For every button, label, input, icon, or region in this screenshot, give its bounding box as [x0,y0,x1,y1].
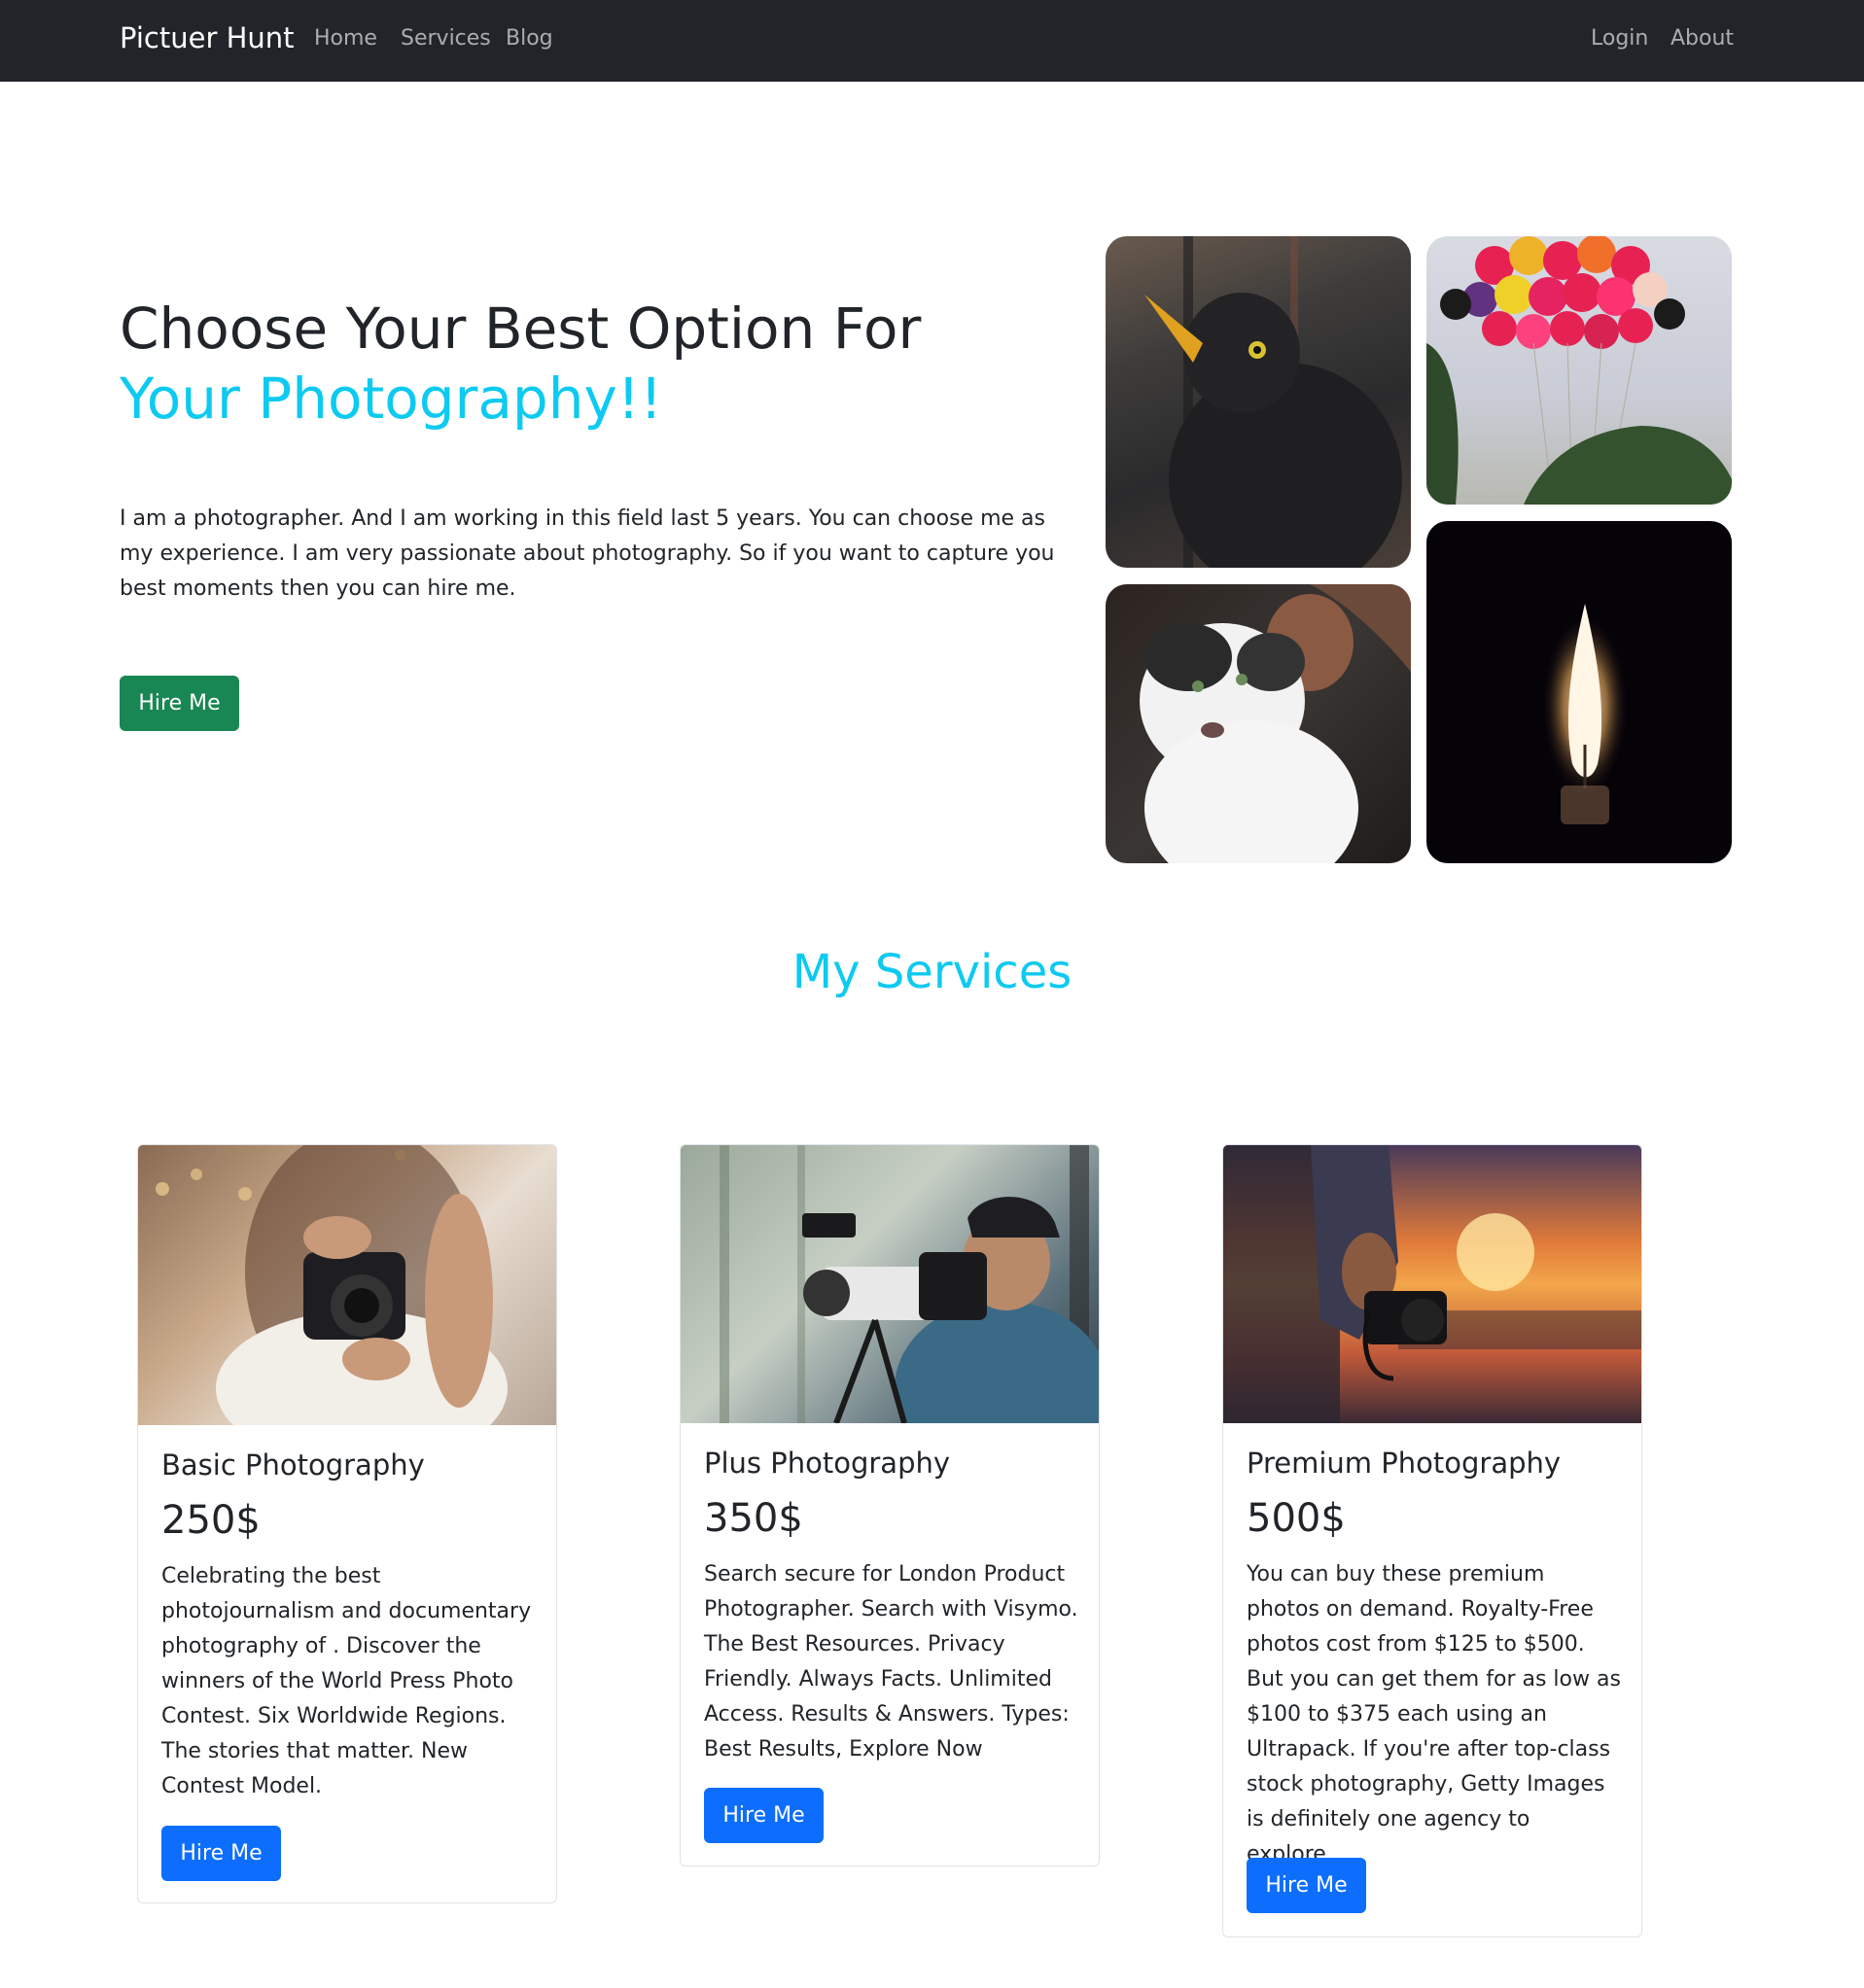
card-price-basic: 250$ [161,1498,261,1543]
hero-title: Choose Your Best Option For Your Photogr… [120,294,1073,434]
sunset-camera-illustration [1223,1145,1641,1423]
gallery-image-candle [1426,521,1732,863]
navbar: Pictuer Hunt Home Services Blog Login Ab… [0,0,1864,82]
nav-link-login[interactable]: Login [1591,26,1648,51]
brand-logo[interactable]: Pictuer Hunt [120,21,295,54]
card-price-premium: 500$ [1247,1496,1346,1541]
card-title-plus: Plus Photography [704,1447,951,1480]
service-card-premium: Premium Photography 500$ You can buy the… [1222,1144,1642,1937]
plus-hire-me-button[interactable]: Hire Me [704,1788,824,1843]
nav-link-blog[interactable]: Blog [506,26,553,51]
services-title: My Services [791,945,1073,999]
camera-woman-illustration [156,1145,508,1466]
hero-title-line1: Choose Your Best Option For [120,296,922,362]
card-text-plus: Search secure for London Product Photogr… [704,1562,1078,1761]
hero-description: I am a photographer. And I am working in… [120,506,1055,601]
gallery-image-cat [1106,584,1411,863]
cat-illustration [1140,584,1411,863]
nav-link-home[interactable]: Home [314,26,377,51]
card-text-premium: You can buy these premium photos on dema… [1247,1562,1621,1866]
gallery-image-bird [1106,236,1411,568]
balloons-illustration [1426,236,1732,505]
service-card-plus: Plus Photography 350$ Search secure for … [680,1144,1100,1866]
card-image-basic [138,1145,556,1466]
basic-hire-me-button[interactable]: Hire Me [161,1826,281,1881]
gallery-image-balloons [1426,236,1732,505]
hero-title-line2: Your Photography!! [120,366,663,432]
card-text-basic: Celebrating the best photojournalism and… [161,1564,532,1798]
service-card-basic: Basic Photography 250$ Celebrating the b… [137,1144,557,1903]
premium-hire-me-button[interactable]: Hire Me [1247,1858,1366,1913]
photographer-illustration [720,1145,1099,1476]
card-image-premium [1223,1145,1641,1423]
nav-link-about[interactable]: About [1671,26,1734,51]
card-image-plus [681,1145,1099,1476]
bird-illustration [1144,236,1402,568]
hero-hire-me-button[interactable]: Hire Me [120,676,239,731]
card-price-plus: 350$ [704,1496,803,1541]
nav-link-services[interactable]: Services [401,26,491,51]
candle-illustration [1541,604,1629,824]
card-title-basic: Basic Photography [161,1448,425,1482]
card-title-premium: Premium Photography [1247,1447,1562,1480]
